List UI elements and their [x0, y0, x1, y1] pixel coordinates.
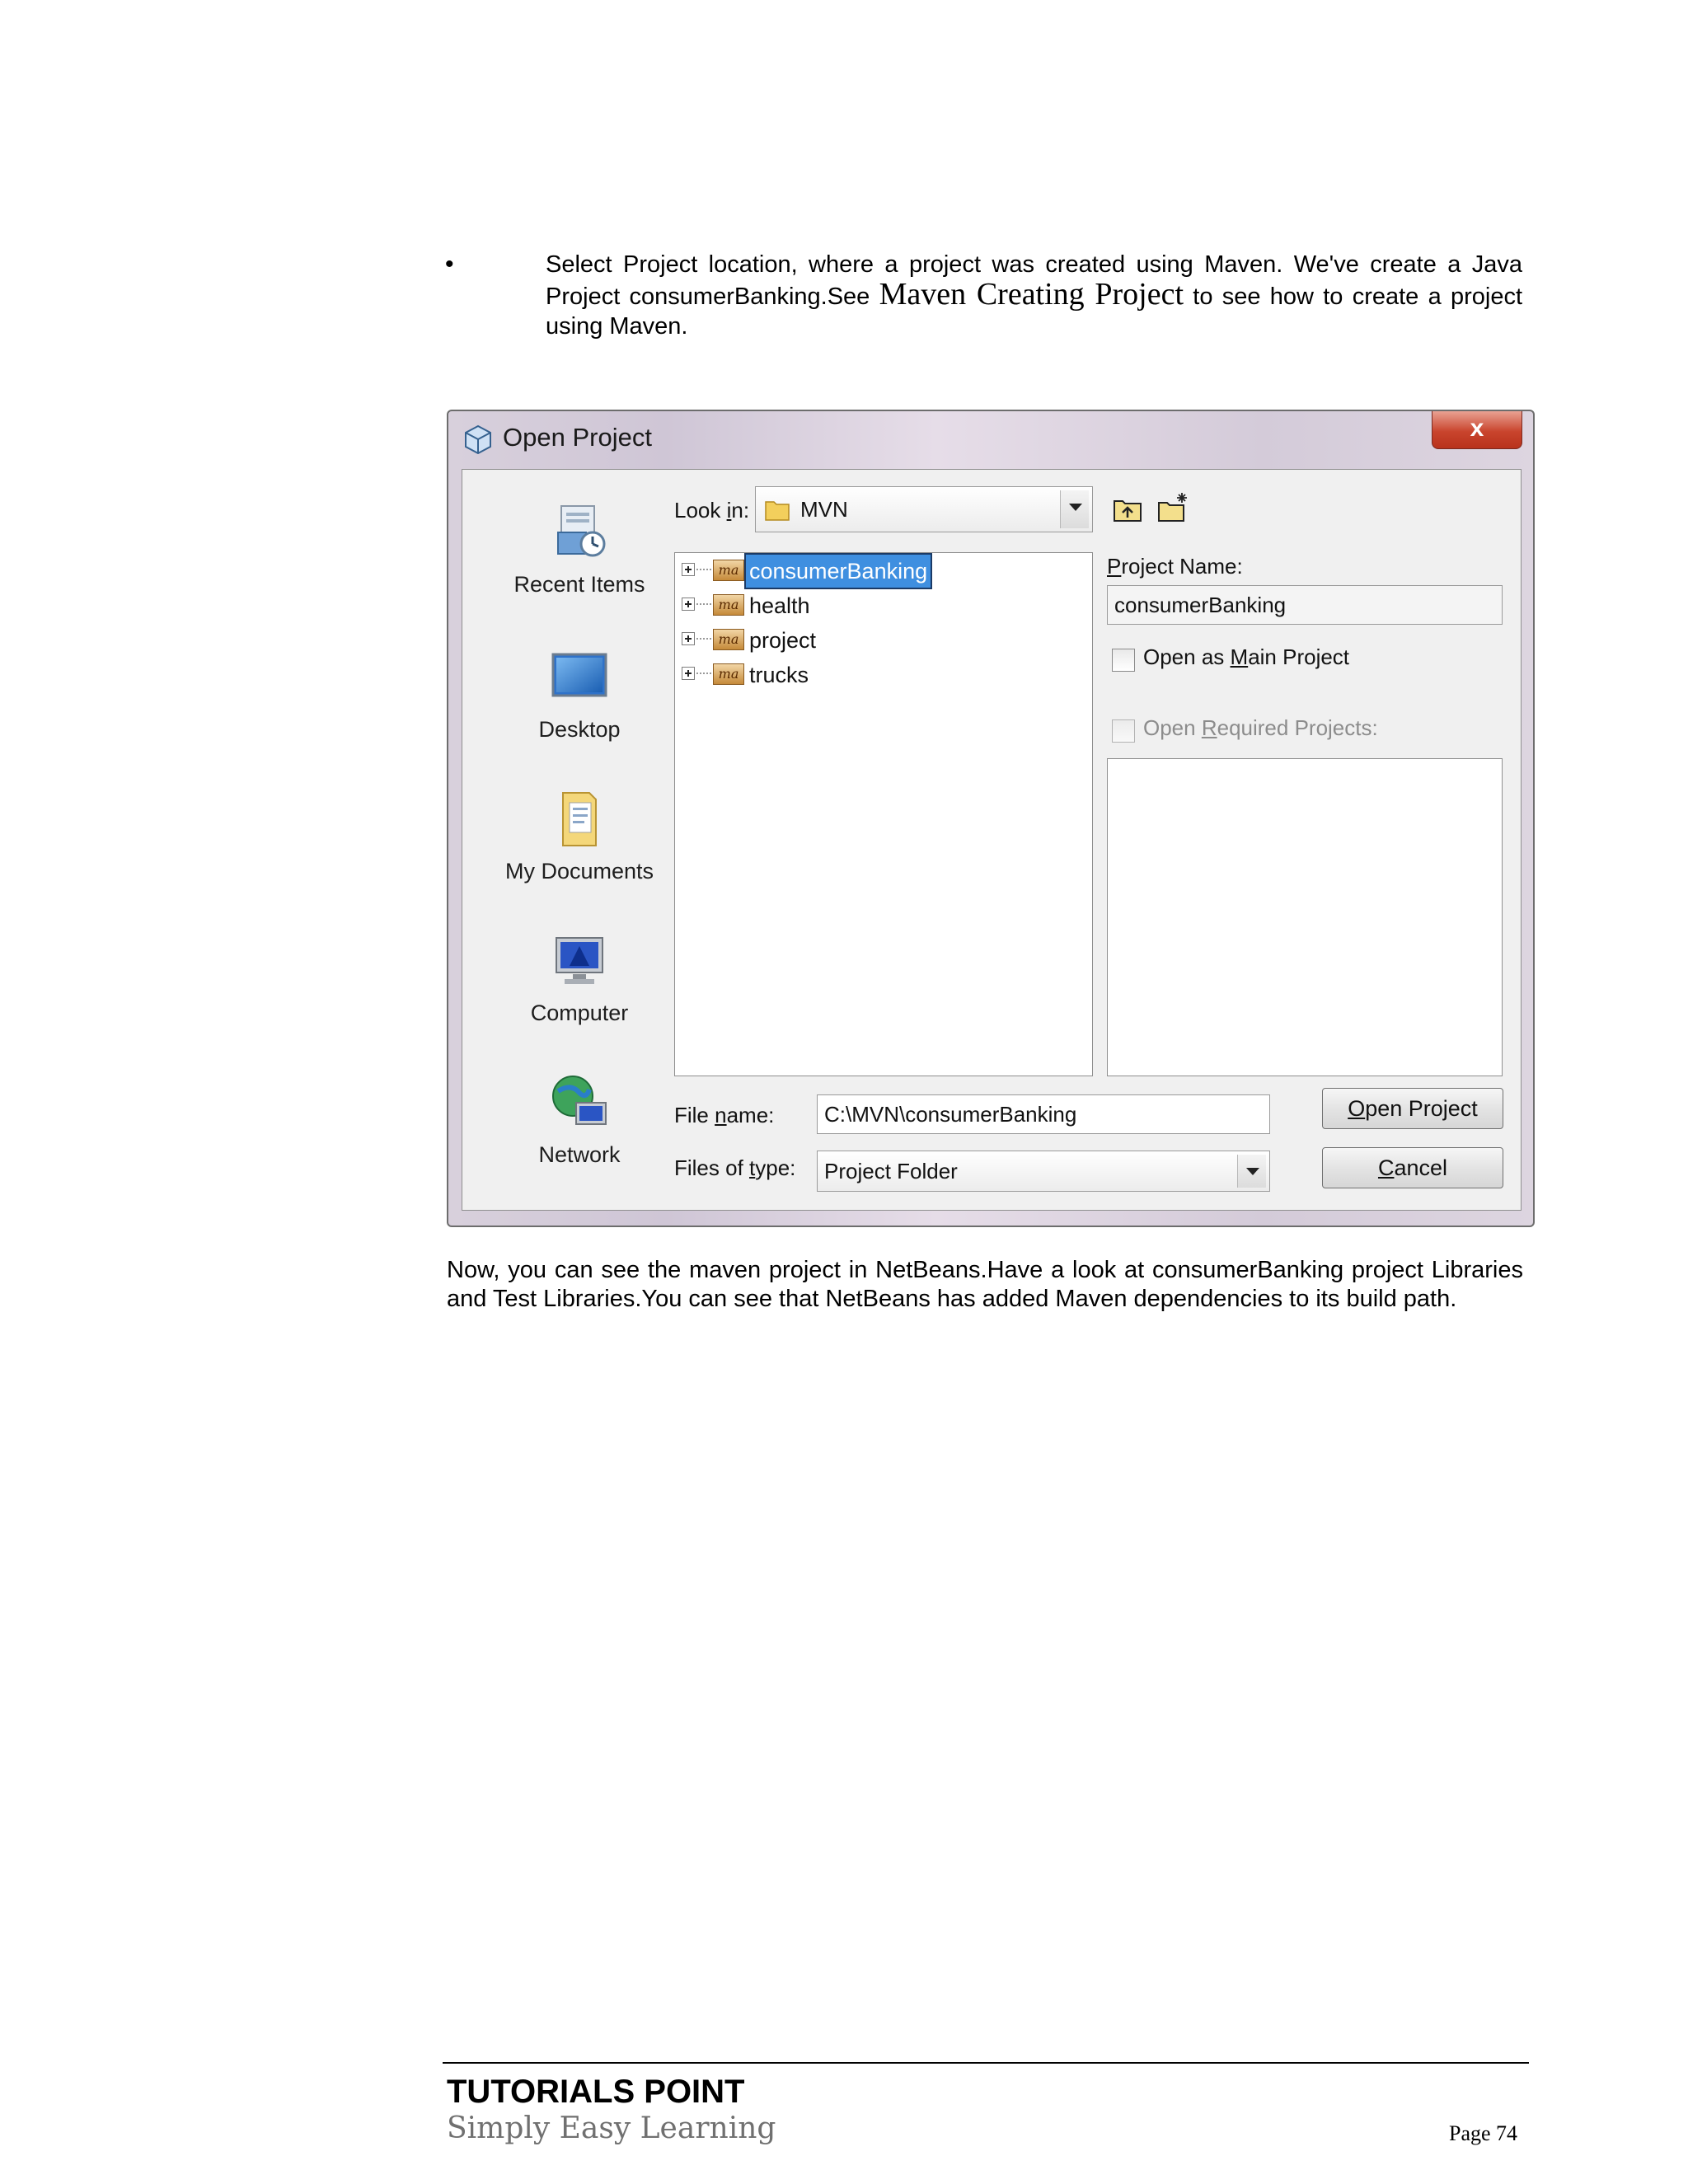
project-name-label: Project Name:	[1107, 554, 1243, 579]
project-name-field: consumerBanking	[1107, 585, 1503, 625]
maven-project-icon: ma	[713, 629, 744, 650]
expand-icon[interactable]	[682, 563, 695, 576]
cancel-button[interactable]: Cancel	[1322, 1147, 1503, 1188]
maven-creating-project-link[interactable]: Maven Creating Project	[879, 277, 1184, 312]
close-button[interactable]: x	[1432, 411, 1522, 449]
place-network[interactable]: Network	[497, 1070, 662, 1168]
place-desktop[interactable]: Desktop	[497, 644, 662, 743]
folder-icon	[765, 501, 790, 521]
place-label: Recent Items	[513, 572, 645, 597]
place-recent-items[interactable]: Recent Items	[497, 499, 662, 598]
footer-brand: TUTORIALS POINT	[447, 2074, 745, 2110]
open-project-button[interactable]: Open Project	[1322, 1088, 1503, 1129]
look-in-dropdown-arrow-icon[interactable]	[1060, 490, 1089, 528]
files-of-type-select[interactable]: Project Folder	[817, 1151, 1270, 1192]
dialog-client-area: Recent Items Desktop My Documents Comput…	[462, 469, 1522, 1211]
maven-project-icon: ma	[713, 663, 744, 685]
place-label: Network	[538, 1142, 621, 1167]
open-required-label: Open Required Projects:	[1143, 715, 1378, 740]
maven-project-icon: ma	[713, 560, 744, 581]
look-in-combo[interactable]: MVN	[755, 486, 1093, 532]
bullet-marker: •	[445, 251, 454, 278]
up-one-level-icon[interactable]	[1113, 494, 1142, 524]
expand-icon[interactable]	[682, 598, 695, 611]
open-required-checkbox[interactable]	[1112, 719, 1135, 743]
open-project-dialog: Open Project x Recent Items Desktop My D…	[447, 410, 1535, 1227]
computer-icon	[546, 928, 612, 994]
desktop-icon	[546, 644, 612, 710]
place-my-documents[interactable]: My Documents	[497, 786, 662, 884]
network-icon	[546, 1070, 612, 1136]
required-projects-list[interactable]	[1107, 758, 1503, 1076]
file-name-label: File name:	[674, 1103, 775, 1127]
place-label: Desktop	[538, 717, 621, 742]
expand-icon[interactable]	[682, 632, 695, 645]
look-in-value: MVN	[800, 497, 848, 522]
dialog-title: Open Project	[503, 423, 652, 452]
look-in-label: Look in:	[674, 498, 750, 523]
open-as-main-checkbox[interactable]	[1112, 649, 1135, 672]
project-tree[interactable]: ma consumerBanking ma health ma project …	[674, 552, 1093, 1076]
footer-divider	[443, 2062, 1529, 2064]
file-name-input[interactable]: C:\MVN\consumerBanking	[817, 1094, 1270, 1134]
files-of-type-label: Files of type:	[674, 1155, 796, 1180]
place-label: My Documents	[504, 859, 654, 883]
place-computer[interactable]: Computer	[497, 928, 662, 1026]
files-of-type-dropdown-arrow-icon[interactable]	[1237, 1155, 1266, 1188]
maven-project-icon: ma	[713, 594, 744, 616]
page-number: Page 74	[1449, 2121, 1518, 2145]
expand-icon[interactable]	[682, 667, 695, 680]
documents-folder-icon	[546, 786, 612, 852]
intro-paragraph: Select Project location, where a project…	[546, 250, 1522, 341]
netbeans-cube-icon	[465, 424, 491, 454]
place-label: Computer	[530, 1001, 629, 1025]
dialog-titlebar[interactable]: Open Project x	[448, 411, 1533, 469]
files-of-type-value: Project Folder	[824, 1159, 958, 1183]
recent-items-icon	[546, 499, 612, 565]
outro-paragraph: Now, you can see the maven project in Ne…	[447, 1257, 1523, 1312]
open-as-main-label: Open as Main Project	[1143, 644, 1350, 669]
new-folder-icon[interactable]	[1157, 491, 1190, 524]
footer-tagline: Simply Easy Learning	[447, 2111, 776, 2145]
